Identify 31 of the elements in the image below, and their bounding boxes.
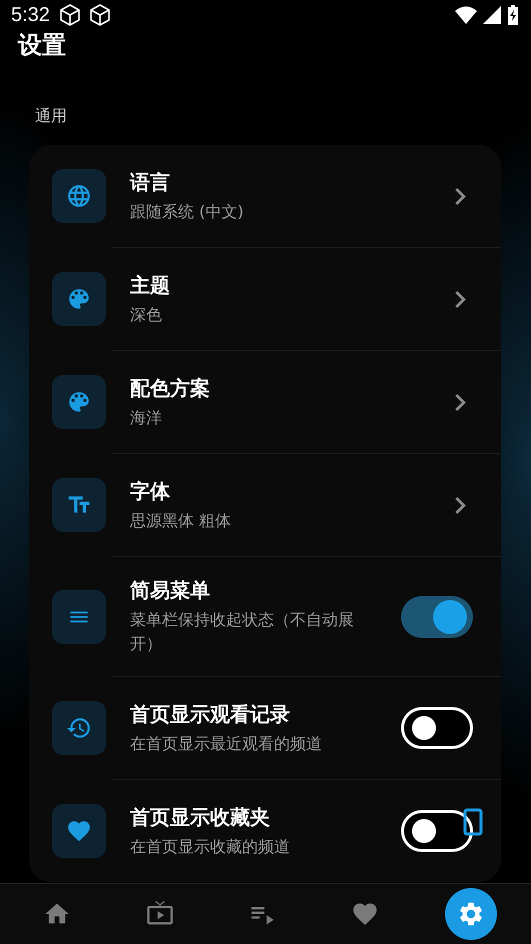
signal-icon — [483, 6, 501, 24]
setting-description: 在首页显示收藏的频道 — [130, 836, 291, 858]
setting-title: 简易菜单 — [130, 577, 211, 603]
page-title: 设置 — [16, 30, 67, 60]
chevron-right-icon — [455, 394, 466, 410]
toggle-switch[interactable] — [401, 810, 473, 852]
chevron-right-icon — [455, 496, 466, 514]
setting-description: 思源黑体 粗体 — [130, 510, 232, 532]
toggle-switch[interactable] — [401, 707, 473, 749]
setting-description: 在首页显示最近观看的频道 — [130, 732, 323, 754]
setting-title: 语言 — [130, 168, 171, 194]
chevron-right-icon — [455, 188, 466, 204]
chevron-right-icon — [455, 290, 466, 308]
section-header: 通用 — [34, 105, 68, 127]
battery-icon — [507, 5, 519, 25]
status-time: 5:32 — [11, 4, 50, 26]
setting-title: 首页显示观看记录 — [130, 700, 291, 726]
setting-description: 海洋 — [130, 406, 163, 428]
cube-icon — [88, 3, 112, 27]
toggle-switch[interactable] — [401, 596, 473, 638]
setting-title: 主题 — [130, 272, 171, 298]
setting-description: 跟随系统 (中文) — [130, 200, 245, 222]
setting-title: 配色方案 — [130, 374, 211, 400]
globe-icon — [66, 183, 92, 209]
setting-description: 菜单栏保持收起状态（不自动展开） — [130, 609, 355, 655]
phone-icon[interactable] — [463, 808, 483, 836]
setting-title: 字体 — [130, 478, 171, 504]
setting-title: 首页显示收藏夹 — [130, 804, 271, 830]
setting-description: 深色 — [130, 304, 163, 326]
wifi-icon — [455, 6, 477, 24]
cube-icon — [58, 3, 82, 27]
